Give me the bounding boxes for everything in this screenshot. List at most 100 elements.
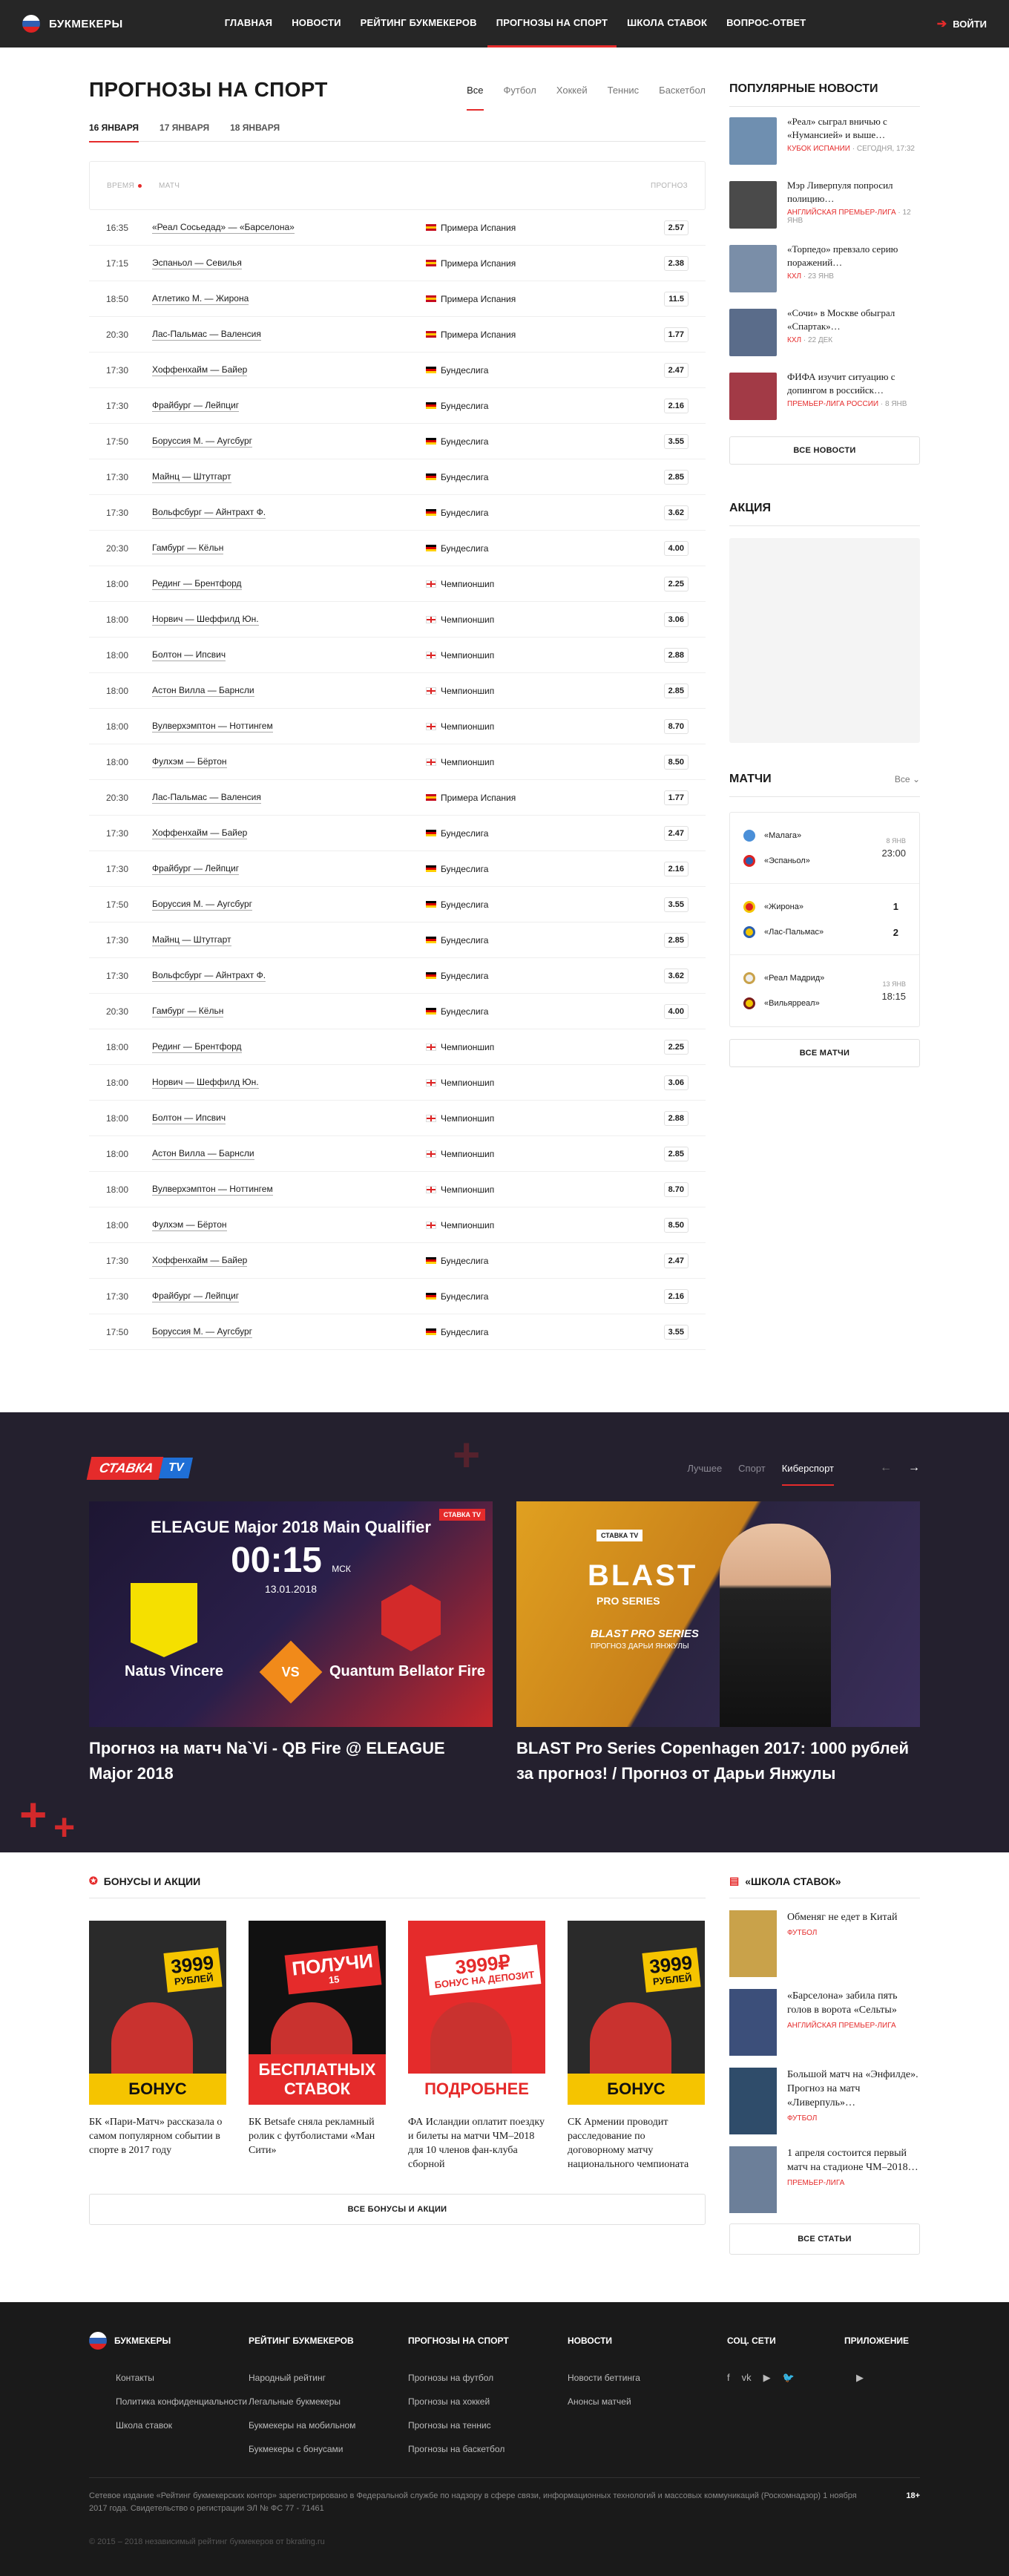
- school-item[interactable]: Большой матч на «Энфилде». Прогноз на ма…: [729, 2068, 920, 2134]
- table-row[interactable]: 17:30 Майнц — Штутгарт Бундеслига 2.85: [89, 459, 706, 495]
- odd-badge[interactable]: 11.5: [664, 291, 688, 307]
- table-row[interactable]: 17:30 Хоффенхайм — Байер Бундеслига 2.47: [89, 1243, 706, 1279]
- table-row[interactable]: 17:30 Фрайбург — Лейпциг Бундеслига 2.16: [89, 1279, 706, 1314]
- table-row[interactable]: 18:00 Норвич — Шеффилд Юн. Чемпионшип 3.06: [89, 602, 706, 638]
- odd-badge[interactable]: 2.16: [663, 1288, 688, 1304]
- date-tab-17[interactable]: 17 ЯНВАРЯ: [160, 122, 209, 142]
- odd-badge[interactable]: 8.70: [663, 1182, 688, 1197]
- footer-link[interactable]: Легальные букмекеры: [249, 2396, 408, 2408]
- bonus-text[interactable]: ФА Исландии оплатит поездку и билеты на …: [408, 2115, 545, 2172]
- nav-news[interactable]: НОВОСТИ: [283, 0, 349, 47]
- table-row[interactable]: 18:00 Вулверхэмптон — Ноттингем Чемпионшип…: [89, 709, 706, 744]
- odd-badge[interactable]: 2.57: [663, 220, 688, 235]
- match-link[interactable]: Фулхэм — Бёртон: [152, 1219, 227, 1231]
- promo-banner[interactable]: [729, 538, 920, 743]
- date-tab-18[interactable]: 18 ЯНВАРЯ: [230, 122, 280, 142]
- news-title[interactable]: «Сочи» в Москве обыграл «Спартак»…: [787, 307, 920, 333]
- school-item[interactable]: «Барселона» забила пять голов в ворота «…: [729, 1989, 920, 2056]
- table-row[interactable]: 20:30 Лас-Пальмас — Валенсия Примера Испан…: [89, 317, 706, 353]
- news-title[interactable]: ФИФА изучит ситуацию с допингом в россий…: [787, 370, 920, 397]
- match-link[interactable]: Рединг — Брентфорд: [152, 1041, 242, 1053]
- all-matches-button[interactable]: ВСЕ МАТЧИ: [729, 1039, 920, 1067]
- match-link[interactable]: Гамбург — Кёльн: [152, 543, 224, 554]
- match-link[interactable]: Рединг — Брентфорд: [152, 578, 242, 590]
- odd-badge[interactable]: 3.55: [663, 1324, 688, 1340]
- nav-school[interactable]: ШКОЛА СТАВОК: [618, 0, 716, 47]
- odd-badge[interactable]: 8.70: [663, 718, 688, 734]
- nav-faq[interactable]: ВОПРОС-ОТВЕТ: [717, 0, 815, 47]
- school-item[interactable]: Обменяг не едет в Китай ФУТБОЛ: [729, 1910, 920, 1977]
- table-row[interactable]: 17:30 Фрайбург — Лейпциг Бундеслига 2.16: [89, 388, 706, 424]
- footer-link[interactable]: Прогнозы на футбол: [408, 2372, 568, 2384]
- tab-tennis[interactable]: Теннис: [608, 85, 640, 96]
- footer-link[interactable]: Прогнозы на теннис: [408, 2419, 568, 2431]
- odd-badge[interactable]: 8.50: [663, 1217, 688, 1233]
- footer-link[interactable]: Анонсы матчей: [568, 2396, 727, 2408]
- match-link[interactable]: Фулхэм — Бёртон: [152, 756, 227, 768]
- bonus-text[interactable]: СК Армении проводит расследование по дог…: [568, 2115, 705, 2172]
- bonus-card[interactable]: 3999 РУБЛЕЙ БОНУС БК «Пари-Матч» рассказала…: [89, 1921, 226, 2172]
- footer-link[interactable]: Народный рейтинг: [249, 2372, 408, 2384]
- tv-tab-best[interactable]: Лучшее: [687, 1463, 722, 1474]
- table-row[interactable]: 17:30 Вольфсбург — Айнтрахт Ф. Бундеслига 3…: [89, 958, 706, 994]
- all-news-button[interactable]: ВСЕ НОВОСТИ: [729, 436, 920, 465]
- school-thumbnail[interactable]: [729, 2146, 777, 2213]
- tv-tab-sport[interactable]: Спорт: [738, 1463, 766, 1474]
- match-link[interactable]: Лас-Пальмас — Валенсия: [152, 329, 261, 341]
- news-thumbnail[interactable]: [729, 117, 777, 165]
- news-title[interactable]: Мэр Ливерпуля попросил полицию…: [787, 179, 920, 206]
- tab-hockey[interactable]: Хоккей: [556, 85, 588, 96]
- school-category[interactable]: ПРЕМЬЕР-ЛИГА: [787, 2179, 920, 2187]
- match-link[interactable]: Болтон — Ипсвич: [152, 649, 226, 661]
- side-match-row[interactable]: «Малага» «Эспаньол» 8 ЯНВ 23:00: [730, 813, 919, 884]
- tv-tab-esports[interactable]: Киберспорт: [781, 1463, 835, 1486]
- bonus-card[interactable]: 3999 РУБЛЕЙ БОНУС СК Армении проводит рассл…: [568, 1921, 705, 2172]
- odd-badge[interactable]: 2.47: [663, 1253, 688, 1268]
- tab-all[interactable]: Все: [467, 85, 484, 111]
- video-caption[interactable]: Прогноз на матч Na`Vi - QB Fire @ ELEAGU…: [89, 1736, 493, 1786]
- table-row[interactable]: 18:00 Болтон — Ипсвич Чемпионшип 2.88: [89, 638, 706, 673]
- odd-badge[interactable]: 3.62: [663, 968, 688, 983]
- match-link[interactable]: Лас-Пальмас — Валенсия: [152, 792, 261, 804]
- news-category[interactable]: КУБОК ИСПАНИИ: [787, 145, 850, 153]
- match-link[interactable]: Вулверхэмптон — Ноттингем: [152, 1184, 273, 1196]
- odd-badge[interactable]: 4.00: [663, 540, 688, 556]
- table-row[interactable]: 17:50 Боруссия М. — Аугсбург Бундеслига 3.5…: [89, 887, 706, 922]
- footer-link[interactable]: Прогнозы на баскетбол: [408, 2443, 568, 2455]
- school-category[interactable]: ФУТБОЛ: [787, 1929, 897, 1937]
- odd-badge[interactable]: 2.16: [663, 398, 688, 413]
- news-category[interactable]: ПРЕМЬЕР-ЛИГА РОССИИ: [787, 400, 878, 408]
- match-link[interactable]: Вольфсбург — Айнтрахт Ф.: [152, 970, 266, 982]
- table-row[interactable]: 17:50 Боруссия М. — Аугсбург Бундеслига 3.5…: [89, 1314, 706, 1350]
- match-link[interactable]: Майнц — Штутгарт: [152, 934, 231, 946]
- news-thumbnail[interactable]: [729, 245, 777, 292]
- bonus-image[interactable]: 3999 РУБЛЕЙ БОНУС: [568, 1921, 705, 2105]
- match-link[interactable]: Фрайбург — Лейпциг: [152, 1291, 240, 1302]
- news-category[interactable]: АНГЛИЙСКАЯ ПРЕМЬЕР-ЛИГА: [787, 209, 896, 217]
- google-play-icon[interactable]: ▶: [856, 2372, 864, 2384]
- match-link[interactable]: Норвич — Шеффилд Юн.: [152, 614, 259, 626]
- match-link[interactable]: Атлетико М. — Жирона: [152, 293, 249, 305]
- video-thumbnail[interactable]: СТАВКА TV BLAST PRO SERIES BLAST PRO SER…: [516, 1501, 920, 1727]
- bonus-image[interactable]: ПОЛУЧИ 15 БЕСПЛАТНЫХ СТАВОК: [249, 1921, 386, 2105]
- side-match-row[interactable]: «Жирона» «Лас-Пальмас» 1 2: [730, 884, 919, 955]
- vk-icon[interactable]: vk: [742, 2372, 752, 2384]
- match-link[interactable]: Боруссия М. — Аугсбург: [152, 436, 252, 448]
- news-thumbnail[interactable]: [729, 181, 777, 229]
- video-thumbnail[interactable]: СТАВКА TV ELEAGUE Major 2018 Main Qualif…: [89, 1501, 493, 1727]
- odd-badge[interactable]: 1.77: [663, 790, 688, 805]
- school-title[interactable]: Большой матч на «Энфилде». Прогноз на ма…: [787, 2068, 920, 2110]
- odd-badge[interactable]: 3.55: [663, 433, 688, 449]
- footer-link[interactable]: Букмекеры с бонусами: [249, 2443, 408, 2455]
- tab-basketball[interactable]: Баскетбол: [659, 85, 706, 96]
- match-link[interactable]: Гамбург — Кёльн: [152, 1006, 224, 1017]
- odd-badge[interactable]: 2.25: [663, 576, 688, 591]
- table-row[interactable]: 17:50 Боруссия М. — Аугсбург Бундеслига 3.5…: [89, 424, 706, 459]
- table-row[interactable]: 18:00 Астон Вилла — Барнсли Чемпионшип 2.85: [89, 1136, 706, 1172]
- arrow-right-icon[interactable]: →: [908, 1461, 920, 1475]
- match-link[interactable]: Фрайбург — Лейпциг: [152, 863, 240, 875]
- odd-badge[interactable]: 3.62: [663, 505, 688, 520]
- bonus-image[interactable]: 3999 РУБЛЕЙ БОНУС: [89, 1921, 226, 2105]
- table-row[interactable]: 18:00 Рединг — Брентфорд Чемпионшип 2.25: [89, 1029, 706, 1065]
- footer-link[interactable]: Политика конфиденциальности: [116, 2396, 249, 2408]
